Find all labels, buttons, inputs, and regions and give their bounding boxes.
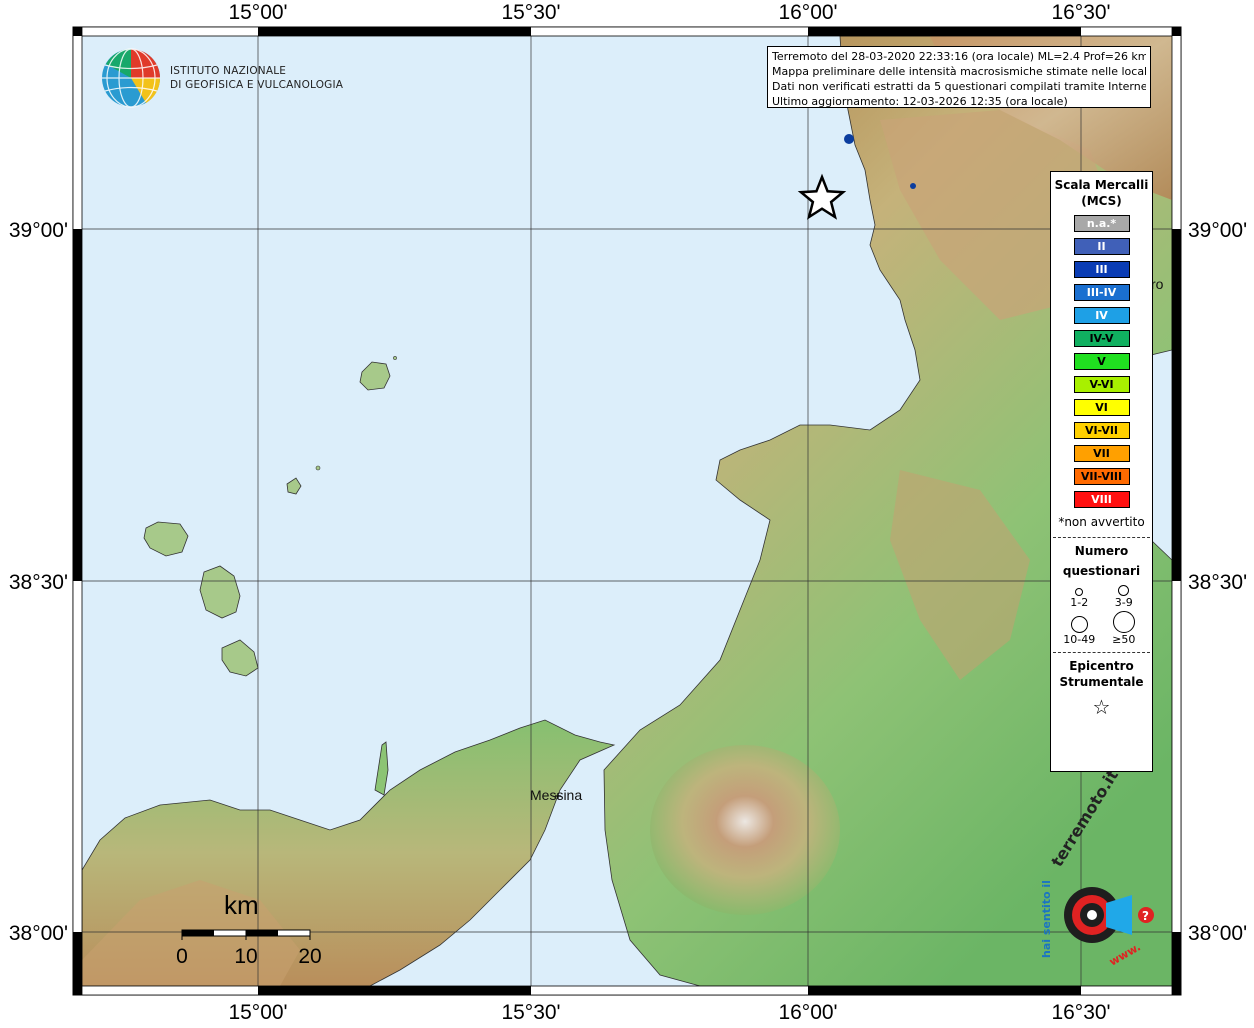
- info-line-data-source: Dati non verificati estratti da 5 questi…: [772, 80, 1146, 93]
- circle-medium-icon: [1118, 585, 1130, 596]
- lon-tick-bottom: 16°30': [1051, 1001, 1110, 1024]
- lat-tick-right: 38°00': [1188, 922, 1247, 945]
- lat-tick-left: 38°00': [9, 922, 68, 945]
- svg-text:?: ?: [1142, 909, 1149, 923]
- scale-tick: 20: [298, 945, 321, 968]
- epicenter-title-line2: Strumentale: [1059, 675, 1144, 689]
- lat-tick-right: 38°30': [1188, 571, 1247, 594]
- intensity-swatch: V: [1073, 353, 1130, 370]
- legend-title: Scala Mercalli (MCS): [1054, 178, 1149, 208]
- info-line-description: Mappa preliminare delle intensità macros…: [772, 65, 1146, 78]
- lat-tick-right: 39°00': [1188, 219, 1247, 242]
- lon-tick-top: 16°30': [1051, 1, 1110, 24]
- intensity-swatch: III: [1073, 261, 1130, 278]
- aspromonte-massif: [650, 745, 840, 915]
- intensity-swatch: VII-VIII: [1073, 468, 1130, 485]
- count-10-49: 10-49: [1057, 611, 1102, 646]
- count-3-9: 3-9: [1102, 585, 1147, 609]
- lon-tick-bottom: 16°00': [778, 1001, 837, 1024]
- intensity-swatch: VII: [1073, 445, 1130, 462]
- intensity-swatches: n.a.* II III III-IV IV IV-V V V-VI VI VI-VII VII VI…: [1051, 215, 1152, 508]
- islet-basiluzzo: [315, 465, 321, 471]
- event-info-box: Terremoto del 28-03-2020 22:33:16 (ora l…: [767, 46, 1151, 108]
- info-line-event: Terremoto del 28-03-2020 22:33:16 (ora l…: [772, 50, 1146, 63]
- lat-ticks-left: 39°00' 38°30' 38°00': [9, 219, 68, 945]
- count-50-plus: ≥50: [1102, 611, 1147, 646]
- intensity-swatch: III-IV: [1073, 284, 1130, 301]
- count-label: 10-49: [1063, 633, 1096, 646]
- felt-point-small[interactable]: [910, 183, 916, 189]
- lon-tick-bottom: 15°30': [501, 1001, 560, 1024]
- circle-xlarge-icon: [1112, 611, 1135, 633]
- count-label: ≥50: [1112, 633, 1136, 646]
- lon-tick-top: 15°30': [501, 1, 560, 24]
- info-line-last-update: Ultimo aggiornamento: 12-03-2026 12:35 (…: [772, 95, 1068, 108]
- lon-ticks-bottom: 15°00' 15°30' 16°00' 16°30': [228, 1001, 1110, 1024]
- lat-ticks-right: 39°00' 38°30' 38°00': [1188, 219, 1247, 945]
- institute-name-line2: DI GEOFISICA E VULCANOLOGIA: [170, 79, 344, 91]
- intensity-swatch: VI-VII: [1073, 422, 1130, 439]
- epicenter-legend-star-icon: ☆: [1092, 695, 1111, 719]
- count-title-line1: Numero: [1074, 544, 1129, 558]
- islet-strombolicchio: [393, 356, 397, 360]
- map-container: 15°00' 15°30' 16°00' 16°30' 15°00' 15°30…: [0, 0, 1254, 1024]
- intensity-swatch: II: [1073, 238, 1130, 255]
- intensity-swatch: VIII: [1073, 491, 1130, 508]
- count-label: 1-2: [1070, 596, 1089, 609]
- circle-small-icon: [1075, 588, 1084, 596]
- scale-tick: 10: [234, 945, 257, 968]
- lon-tick-top: 16°00': [778, 1, 837, 24]
- place-label-messina: Messina: [530, 787, 582, 803]
- map-layer: [82, 36, 1172, 986]
- circle-large-icon: [1070, 616, 1088, 633]
- intensity-swatch: IV: [1073, 307, 1130, 324]
- count-circles: 1-2 3-9 10-49 ≥50: [1051, 585, 1152, 646]
- intensity-swatch: IV-V: [1073, 330, 1130, 347]
- scale-bar-title: km: [224, 890, 259, 920]
- count-title-line2: questionari: [1062, 564, 1141, 578]
- count-1-2: 1-2: [1057, 585, 1102, 609]
- count-label: 3-9: [1114, 596, 1133, 609]
- badge-text-left: hai sentito il: [1040, 880, 1053, 958]
- lat-tick-left: 39°00': [9, 219, 68, 242]
- scale-tick: 0: [176, 945, 188, 968]
- legend-note: *non avvertito: [1058, 515, 1145, 529]
- institute-name-line1: ISTITUTO NAZIONALE: [170, 65, 286, 77]
- lon-ticks-top: 15°00' 15°30' 16°00' 16°30': [228, 1, 1110, 24]
- intensity-swatch: VI: [1073, 399, 1130, 416]
- lon-tick-top: 15°00': [228, 1, 287, 24]
- intensity-swatch: V-VI: [1073, 376, 1130, 393]
- felt-point-large[interactable]: [844, 134, 854, 144]
- intensity-swatch: n.a.*: [1073, 215, 1130, 232]
- legend-divider: [1053, 537, 1150, 538]
- lon-tick-bottom: 15°00': [228, 1001, 287, 1024]
- legend-divider: [1053, 652, 1150, 653]
- legend-panel: Scala Mercalli (MCS) n.a.* II III III-IV IV I…: [1050, 171, 1153, 772]
- lat-tick-left: 38°30': [9, 571, 68, 594]
